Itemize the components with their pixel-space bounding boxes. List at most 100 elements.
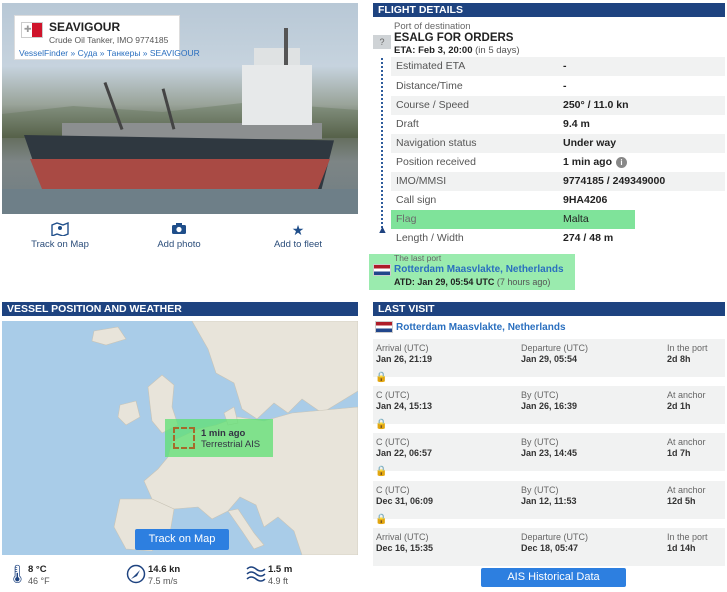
last-port-name[interactable]: Rotterdam Maasvlakte, Netherlands <box>394 264 564 275</box>
add-to-fleet-action[interactable]: ★ Add to fleet <box>248 222 348 250</box>
malta-flag-icon: ✚ <box>21 22 43 38</box>
visit-caption: Departure (UTC) <box>521 343 589 353</box>
lock-icon[interactable]: 🔒 <box>375 466 387 477</box>
visit-caption: In the port <box>667 343 708 353</box>
lock-icon[interactable]: 🔒 <box>375 514 387 525</box>
detail-value: Malta <box>563 210 589 229</box>
visit-value: Jan 23, 14:45 <box>521 448 578 458</box>
detail-value-text: 274 / 48 m <box>563 232 614 244</box>
vessel-position-icon <box>173 427 195 449</box>
visit-caption: In the port <box>667 532 708 542</box>
visit-value: Jan 24, 15:13 <box>376 401 433 411</box>
detail-row: Course / Speed 250° / 11.0 kn <box>391 96 725 115</box>
detail-value-text: - <box>563 80 567 92</box>
lock-icon[interactable]: 🔒 <box>375 419 387 430</box>
netherlands-flag-icon <box>375 321 393 333</box>
vessel-name-box: ✚ SEAVIGOUR Crude Oil Tanker, IMO 977418… <box>14 15 200 60</box>
waves: 1.5 m 4.9 ft <box>246 562 336 590</box>
detail-row: IMO/MMSI 9774185 / 249349000 <box>391 172 725 191</box>
visit-caption: Departure (UTC) <box>521 532 589 542</box>
visit-value: Jan 12, 11:53 <box>521 496 577 506</box>
visit-value: Dec 16, 15:35 <box>376 543 434 553</box>
detail-value-text: 9.4 m <box>563 118 590 130</box>
detail-row: Length / Width 274 / 48 m <box>391 229 725 248</box>
visit-caption: By (UTC) <box>521 390 559 400</box>
visit-value: Jan 22, 06:57 <box>376 448 433 458</box>
ais-position-marker[interactable]: 1 min ago Terrestrial AIS <box>165 419 273 457</box>
detail-key: Navigation status <box>396 137 477 149</box>
atd-value: ATD: Jan 29, 05:54 UTC <box>394 277 495 287</box>
info-icon[interactable]: i <box>616 156 628 168</box>
wind-knots: 14.6 kn <box>148 564 181 575</box>
last-port-label: The last port <box>394 253 442 263</box>
visit-value: 2d 1h <box>667 401 691 411</box>
vessel-map[interactable]: 1 min ago Terrestrial AIS Track on Map <box>2 321 358 555</box>
detail-key: Course / Speed <box>396 99 469 111</box>
unknown-port-icon: ? <box>373 35 391 49</box>
add-photo-action[interactable]: Add photo <box>129 222 229 250</box>
detail-key: Flag <box>396 213 417 225</box>
visit-caption: By (UTC) <box>521 485 559 495</box>
detail-value: 9774185 / 249349000 <box>563 172 665 191</box>
ais-historical-data-button[interactable]: AIS Historical Data <box>481 568 626 587</box>
visit-row: C (UTC) Dec 31, 06:09 By (UTC) Jan 12, 11:5… <box>373 481 725 519</box>
visit-value: Jan 26, 21:19 <box>376 354 433 364</box>
detail-key: Length / Width <box>396 232 464 244</box>
detail-key: IMO/MMSI <box>396 175 447 187</box>
temperature-c: 8 °C <box>28 564 47 575</box>
vessel-photo[interactable]: ✚ SEAVIGOUR Crude Oil Tanker, IMO 977418… <box>2 3 358 214</box>
ship-hull-bottom <box>30 159 330 189</box>
visit-caption: Arrival (UTC) <box>376 343 429 353</box>
detail-row: Draft 9.4 m <box>391 115 725 134</box>
visit-caption: C (UTC) <box>376 485 410 495</box>
visit-value: 2d 8h <box>667 354 691 364</box>
map-pin-icon <box>10 221 110 238</box>
add-to-fleet-label: Add to fleet <box>273 239 323 250</box>
route-dotted-line <box>381 58 383 228</box>
detail-key: Distance/Time <box>396 80 463 92</box>
visit-value: Jan 29, 05:54 <box>521 354 578 364</box>
destination-label: Port of destination <box>394 21 471 32</box>
visit-value: 1d 14h <box>667 543 696 553</box>
water <box>2 189 358 214</box>
detail-row: Distance/Time - <box>391 77 725 96</box>
ship-superstructure <box>242 65 312 125</box>
visit-row: Arrival (UTC) Jan 26, 21:19 Departure (UTC… <box>373 339 725 377</box>
detail-value: Under way <box>563 134 616 153</box>
visit-row: C (UTC) Jan 22, 06:57 By (UTC) Jan 23, 14:4… <box>373 433 725 471</box>
wind-compass-icon <box>126 564 146 589</box>
visit-value: Dec 18, 05:47 <box>521 543 579 553</box>
visit-value: Dec 31, 06:09 <box>376 496 434 506</box>
eta: ETA: Feb 3, 20:00 (in 5 days) <box>394 45 520 56</box>
track-on-map-button[interactable]: Track on Map <box>135 529 229 550</box>
ais-time: 1 min ago <box>201 428 246 439</box>
waves-icon <box>246 564 266 587</box>
track-on-map-action[interactable]: Track on Map <box>10 221 110 250</box>
star-icon: ★ <box>291 222 305 238</box>
flight-details-header: FLIGHT DETAILS <box>373 3 725 17</box>
wind-ms: 7.5 m/s <box>148 576 178 586</box>
netherlands-flag-icon <box>373 264 391 276</box>
temperature: 🌡 8 °C 46 °F <box>6 562 96 590</box>
detail-row: Call sign 9HA4206 <box>391 191 725 210</box>
breadcrumb[interactable]: VesselFinder » Суда » Танкеры » SEAVIGOU… <box>19 48 200 58</box>
track-on-map-label: Track on Map <box>31 239 89 250</box>
add-photo-label: Add photo <box>157 239 201 250</box>
lock-icon[interactable]: 🔒 <box>375 372 387 383</box>
vessel-name: SEAVIGOUR <box>49 20 121 34</box>
detail-value-text: 9774185 / 249349000 <box>563 175 666 187</box>
detail-value: 250° / 11.0 kn <box>563 96 629 115</box>
visit-value: 1d 7h <box>667 448 691 458</box>
camera-icon <box>129 222 229 236</box>
detail-value: - <box>563 57 567 76</box>
detail-row: Estimated ETA - <box>391 57 725 76</box>
detail-value: 9HA4206 <box>563 191 607 210</box>
visit-caption: At anchor <box>667 485 706 495</box>
visit-caption: At anchor <box>667 390 706 400</box>
last-visit-port[interactable]: Rotterdam Maasvlakte, Netherlands <box>396 322 566 333</box>
detail-row: Position received 1 min ago i <box>391 153 725 172</box>
detail-value-text: Under way <box>563 137 617 149</box>
vessel-type-imo: Crude Oil Tanker, IMO 9774185 <box>49 35 169 45</box>
temperature-f: 46 °F <box>28 576 50 586</box>
atd: ATD: Jan 29, 05:54 UTC (7 hours ago) <box>394 277 550 287</box>
